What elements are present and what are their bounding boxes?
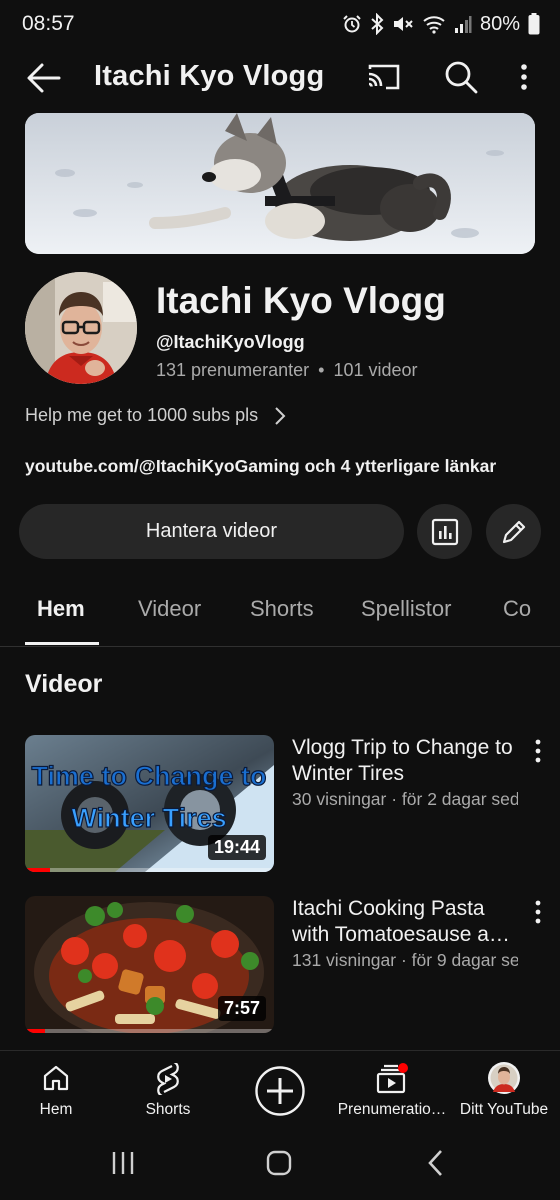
nav-shorts[interactable]: Shorts	[112, 1051, 224, 1133]
active-tab-indicator	[25, 642, 99, 645]
nav-create[interactable]	[224, 1051, 336, 1133]
edit-button[interactable]	[486, 504, 541, 559]
cast-icon[interactable]	[366, 62, 402, 92]
home-icon	[43, 1065, 69, 1091]
thumbnail-text-line2: Winter Tires	[71, 803, 226, 833]
avatar-icon	[488, 1062, 520, 1094]
pencil-icon	[502, 520, 525, 543]
nav-home-label: Hem	[39, 1101, 73, 1118]
subscriptions-icon	[376, 1063, 408, 1094]
nav-home[interactable]: Hem	[0, 1051, 112, 1133]
tab-community[interactable]: Co	[503, 596, 531, 622]
video-item[interactable]: 7:57 Itachi Cooking Pasta with Tomatoesa…	[0, 896, 560, 1034]
video-duration: 7:57	[217, 996, 266, 1021]
section-title: Videor	[25, 670, 103, 698]
video-title[interactable]: Vlogg Trip to Change to Winter Tires	[292, 735, 520, 787]
nav-you[interactable]: Ditt YouTube	[448, 1051, 560, 1133]
bluetooth-icon	[371, 13, 384, 35]
channel-tabs: Hem Videor Shorts Spellistor Co	[0, 580, 560, 647]
video-more-icon[interactable]	[530, 737, 546, 765]
watch-progress-fill	[25, 1029, 45, 1033]
manage-videos-button[interactable]: Hantera videor	[19, 504, 404, 559]
video-item[interactable]: Time to Change to Winter Tires 19:44 Vlo…	[0, 735, 560, 873]
battery-percent: 80%	[479, 12, 520, 35]
subscriber-count: 131 prenumeranter	[156, 360, 310, 380]
mute-icon	[393, 17, 413, 31]
back-button-icon[interactable]	[426, 1149, 444, 1177]
home-button-icon[interactable]	[266, 1150, 292, 1176]
status-bar: 08:57 80%	[0, 0, 560, 48]
avatar-photo	[25, 272, 137, 384]
analytics-icon	[431, 518, 458, 545]
tab-hem[interactable]: Hem	[37, 596, 85, 622]
signal-icon	[454, 16, 472, 33]
thumbnail-text-line1: Time to Change to	[31, 761, 266, 791]
watch-progress-track	[25, 868, 274, 872]
video-thumbnail[interactable]: Time to Change to Winter Tires 19:44	[25, 735, 274, 872]
video-duration: 19:44	[207, 835, 266, 860]
video-title[interactable]: Itachi Cooking Pasta with Tomatoesause a…	[292, 896, 520, 948]
nav-subscriptions-label: Prenumeratio…	[337, 1101, 447, 1118]
tab-spellistor[interactable]: Spellistor	[361, 596, 451, 622]
video-count: 101 videor	[333, 360, 418, 380]
wifi-icon	[423, 16, 445, 34]
tab-shorts[interactable]: Shorts	[250, 596, 314, 622]
chevron-right-icon	[275, 406, 286, 425]
recent-apps-icon[interactable]	[111, 1150, 135, 1176]
video-meta: 30 visningar · för 2 dagar sedan	[292, 789, 518, 809]
channel-handle: @ItachiKyoVlogg	[156, 332, 305, 352]
nav-subscriptions[interactable]: Prenumeratio…	[336, 1051, 448, 1133]
husky-banner-image	[25, 113, 535, 254]
watch-progress-track	[25, 1029, 274, 1033]
channel-name: Itachi Kyo Vlogg	[156, 280, 446, 321]
create-plus-icon	[255, 1066, 305, 1116]
more-vert-icon[interactable]	[516, 62, 532, 92]
channel-description[interactable]: Help me get to 1000 subs pls	[25, 405, 286, 426]
video-thumbnail[interactable]: 7:57	[25, 896, 274, 1033]
channel-stats: 131 prenumeranter • 101 videor	[156, 360, 418, 381]
video-more-icon[interactable]	[530, 898, 546, 926]
bottom-navigation: Hem Shorts Prenumeratio… Ditt YouTube	[0, 1050, 560, 1133]
nav-shorts-label: Shorts	[145, 1101, 191, 1118]
back-arrow-icon[interactable]	[26, 62, 62, 94]
channel-banner	[25, 113, 535, 254]
shorts-icon	[157, 1063, 179, 1095]
channel-links[interactable]: youtube.com/@ItachiKyoGaming och 4 ytter…	[25, 456, 496, 477]
search-icon[interactable]	[444, 60, 478, 94]
video-meta: 131 visningar · för 9 dagar sedan	[292, 950, 518, 970]
description-text: Help me get to 1000 subs pls	[25, 405, 259, 425]
alarm-icon	[343, 15, 361, 33]
status-icons: 80%	[342, 10, 540, 38]
analytics-button[interactable]	[417, 504, 472, 559]
battery-icon	[528, 13, 540, 35]
app-bar-title: Itachi Kyo Vlogg	[94, 60, 325, 92]
stats-separator: •	[318, 360, 325, 380]
tab-videor[interactable]: Videor	[138, 596, 201, 622]
watch-progress-fill	[25, 868, 50, 872]
status-time: 08:57	[22, 12, 75, 35]
system-navigation-bar	[0, 1132, 560, 1200]
nav-you-label: Ditt YouTube	[459, 1101, 549, 1118]
channel-avatar[interactable]	[25, 272, 137, 384]
